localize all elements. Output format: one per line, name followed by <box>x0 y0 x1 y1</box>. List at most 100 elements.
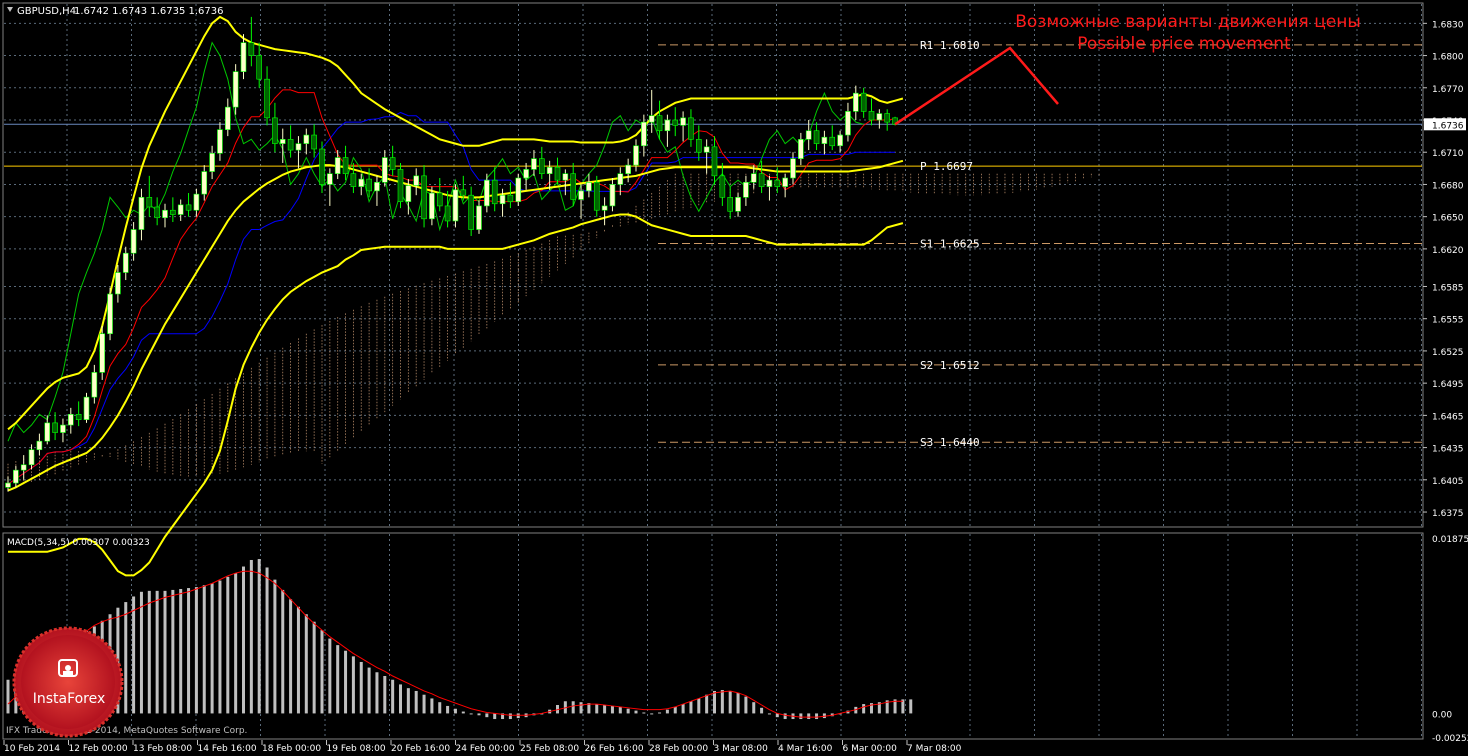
candle-body <box>837 134 843 147</box>
candle-body <box>523 169 529 179</box>
macd-hist-bar <box>249 559 253 714</box>
candle-body <box>531 158 537 170</box>
macd-hist-bar <box>767 713 771 715</box>
candle-body <box>648 115 655 123</box>
macd-hist-bar <box>383 675 387 714</box>
bollinger-lower-line <box>8 213 904 577</box>
candle-body <box>429 192 435 220</box>
candle-body <box>162 209 168 219</box>
price-tick-label: 1.6525 <box>1432 348 1464 358</box>
macd-hist-bar <box>713 690 716 714</box>
macd-hist-bar <box>595 704 599 714</box>
macd-label: MACD(5,34,5) 0.00307 0.00323 <box>7 538 150 548</box>
macd-tick-label: 0.00 <box>1432 710 1452 720</box>
candle-body <box>311 134 317 150</box>
candle-body <box>5 482 11 488</box>
candle-body <box>688 117 694 140</box>
price-tick-label: 1.6800 <box>1432 53 1464 63</box>
candle-body <box>201 171 208 195</box>
candle-body <box>617 173 624 185</box>
chart-header: GBPUSD,H4 1.6742 1.6743 1.6735 1.6736 <box>7 6 224 17</box>
candle-body <box>476 205 482 230</box>
candle-body <box>719 175 726 198</box>
macd-hist-bar <box>658 712 662 714</box>
price-tick-label: 1.6435 <box>1432 445 1464 455</box>
price-tick-label: 1.6405 <box>1432 477 1464 487</box>
macd-hist-bar <box>783 713 787 720</box>
price-tick-label: 1.6650 <box>1432 214 1464 224</box>
macd-hist-bar <box>634 710 638 714</box>
macd-hist-bar <box>862 704 866 714</box>
symbol-label: GBPUSD,H4 <box>17 6 76 17</box>
candle-body <box>884 113 891 123</box>
candle-body <box>570 173 577 200</box>
macd-hist-bar <box>155 590 159 714</box>
candle-body <box>554 166 561 181</box>
macd-hist-bar <box>265 567 269 714</box>
macd-hist-bar <box>752 702 756 714</box>
candle-body <box>625 164 631 175</box>
candle-body <box>703 146 710 153</box>
time-tick-label: 6 Mar 00:00 <box>843 744 898 754</box>
macd-tick-label: 0.01875 <box>1432 535 1468 545</box>
macd-hist-bar <box>304 614 308 714</box>
possible-movement-path <box>894 46 1059 126</box>
candle-body <box>413 175 420 186</box>
candle-body <box>798 139 804 159</box>
macd-hist-bar <box>461 711 465 714</box>
candle-body <box>601 205 608 211</box>
candle-body <box>813 130 820 144</box>
macd-hist-bar <box>391 679 395 714</box>
time-tick-label: 20 Feb 16:00 <box>391 744 450 754</box>
candle-body <box>609 184 616 207</box>
time-tick-label: 10 Feb 2014 <box>4 744 60 754</box>
macd-hist-bar <box>799 713 803 720</box>
candle-body <box>287 139 294 151</box>
possible-movement-arrow <box>894 46 1059 126</box>
candle-body <box>319 148 325 185</box>
candle-body <box>115 272 121 295</box>
candle-body <box>350 173 357 187</box>
price-tick-label: 1.6465 <box>1432 412 1464 422</box>
macd-hist-bar <box>344 650 348 714</box>
candle-body <box>436 192 443 207</box>
candle-body <box>711 146 718 177</box>
candle-body <box>232 71 239 108</box>
macd-hist-bar <box>697 698 701 714</box>
candle-body <box>641 121 647 147</box>
macd-hist-bar <box>139 591 143 714</box>
candle-body <box>60 424 66 433</box>
pivot-levels: R1 1.6810 P 1.6697 S1 1.6625 S2 1.6512 S3 1.… <box>4 39 1422 449</box>
price-tick-label: 1.6830 <box>1432 20 1464 30</box>
time-tick-label: 19 Feb 08:00 <box>327 744 386 754</box>
candle-body <box>633 145 639 166</box>
time-tick-label: 14 Feb 16:00 <box>198 744 257 754</box>
level-label-s3: S3 1.6440 <box>920 436 980 449</box>
candle-body <box>868 111 875 121</box>
candle-body <box>452 189 459 222</box>
time-tick-label: 28 Feb 00:00 <box>649 744 708 754</box>
macd-hist-bar <box>234 573 238 714</box>
macd-hist-bar <box>296 606 300 714</box>
collapse-arrow-icon[interactable] <box>7 7 13 12</box>
candle-body <box>217 129 223 154</box>
candle-body <box>790 158 796 179</box>
current-price-label: 1.6736 <box>1432 121 1464 131</box>
candle-body <box>743 181 749 198</box>
axes: 1.68301.68001.67701.67401.67101.66801.66… <box>3 20 1468 754</box>
candle-body <box>107 293 113 335</box>
macd-hist-bar <box>273 579 277 714</box>
level-label-p: P 1.6697 <box>920 160 973 173</box>
macd-hist-bar <box>485 713 489 718</box>
candle-body <box>444 205 451 222</box>
macd-hist-bar <box>689 701 693 714</box>
macd-hist-bar <box>281 589 285 714</box>
candle-body <box>185 204 192 211</box>
candle-body <box>695 139 702 153</box>
price-tick-label: 1.6620 <box>1432 246 1464 256</box>
candle-body <box>91 372 98 398</box>
candle-body <box>499 194 506 205</box>
candle-body <box>680 117 686 126</box>
candle-body <box>256 55 263 80</box>
candle-body <box>138 197 145 230</box>
